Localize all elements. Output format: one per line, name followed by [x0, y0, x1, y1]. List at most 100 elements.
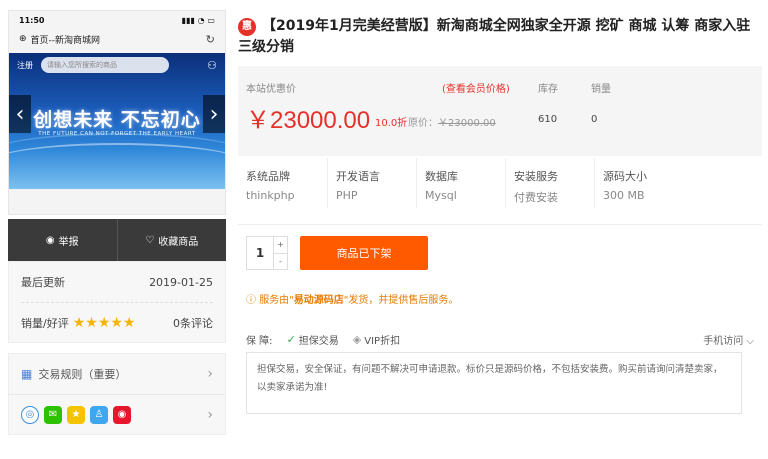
escrow-label: 担保交易: [298, 336, 339, 347]
heart-icon: ♡: [145, 234, 155, 246]
original-price: 原价：￥23000.00: [408, 114, 496, 129]
qq-icon[interactable]: ♙: [90, 405, 108, 424]
guarantee-label: 保 障:: [246, 336, 273, 347]
original-price-label: 原价：: [408, 118, 438, 129]
banner-search: 请输入您所搜索的商品: [41, 57, 169, 73]
original-price-value: ￥23000.00: [438, 118, 496, 129]
rating-stars: ★★★★★: [72, 314, 136, 331]
discount-rate: 10.0折: [375, 118, 408, 129]
service-note: ⓘ 服务由"易动源码店"发货，并提供售后服务。: [246, 291, 458, 306]
product-page: 11:50 ▮▮▮ ◔ ▭ ⊕ 首页--新淘商城网 ↻ 注册 请输入您所搜索的商…: [0, 0, 768, 459]
spec-value: Mysql: [425, 189, 457, 202]
spec-key: 安装服务: [514, 170, 558, 183]
spec-value: 付费安装: [514, 191, 558, 204]
guarantee-row: 保 障: ✓ 担保交易 ◈ VIP折扣 手机访问 ⌵: [246, 332, 754, 347]
spec-item: 系统品牌 thinkphp: [238, 158, 327, 208]
calendar-icon: ▦: [21, 367, 33, 381]
report-button[interactable]: ◉ 举报: [8, 219, 117, 261]
discount-badge: 惠: [238, 17, 256, 36]
product-title: 【2019年1月完美经营版】新淘商城全网独家全开源 挖矿 商城 认筹 商家入驻 …: [238, 18, 751, 55]
weibo-circle-icon[interactable]: ◎: [21, 405, 39, 424]
phone-url-bar: ⊕ 首页--新淘商城网 ↻: [9, 29, 225, 49]
reload-icon: ↻: [205, 32, 215, 46]
eye-icon: ◉: [45, 234, 55, 246]
current-price: ￥23000.00: [246, 107, 371, 134]
service-suffix: "发货，并提供售后服务。: [343, 295, 459, 306]
decrement-button[interactable]: -: [274, 252, 287, 270]
store-link[interactable]: 易动源码店: [294, 295, 344, 306]
wechat-icon[interactable]: ✉: [44, 405, 62, 424]
quantity-stepper[interactable]: 1 + -: [246, 236, 288, 270]
left-column: 11:50 ▮▮▮ ◔ ▭ ⊕ 首页--新淘商城网 ↻ 注册 请输入您所搜索的商…: [8, 10, 226, 435]
signal-icons: ▮▮▮ ◔ ▭: [181, 15, 215, 25]
trade-rules-link[interactable]: ▦ 交易规则（重要） ›: [9, 354, 225, 394]
chevron-left-icon[interactable]: ‹: [9, 95, 31, 133]
quantity-value[interactable]: 1: [247, 237, 273, 269]
user-icon: ⚇: [207, 58, 217, 72]
stock-value: 610: [538, 114, 558, 125]
banner-register: 注册: [17, 60, 33, 70]
spec-value: thinkphp: [246, 189, 295, 202]
sales-rating-label: 销量/好评: [21, 316, 69, 330]
vip-price-link[interactable]: (查看会员价格): [442, 80, 510, 95]
trade-rules-label: 交易规则（重要）: [38, 368, 127, 381]
sales-label: 销量: [591, 84, 611, 95]
sales-value: 0: [591, 114, 598, 125]
globe-icon: ⊕: [19, 34, 27, 44]
spec-item: 数据库 Mysql: [416, 158, 505, 208]
qzone-icon[interactable]: ★: [67, 405, 85, 424]
banner-topbar: 注册 请输入您所搜索的商品 ⚇: [9, 57, 225, 73]
chevron-right-icon: ›: [207, 366, 213, 382]
service-prefix: 服务由": [259, 295, 294, 306]
info-icon: ⓘ: [246, 295, 256, 306]
product-meta: 最后更新 2019-01-25 销量/好评 ★★★★★ 0条评论: [8, 261, 226, 343]
shield-icon: ◈: [352, 333, 362, 346]
escrow-tag: ✓ 担保交易: [287, 332, 339, 347]
chevron-right-icon: ›: [207, 406, 213, 423]
vip-label: VIP折扣: [364, 336, 401, 347]
stock-label: 库存: [538, 84, 558, 95]
divider: [238, 224, 762, 225]
spec-key: 源码大小: [603, 170, 647, 183]
spec-item: 安装服务 付费安装: [505, 158, 594, 208]
increment-button[interactable]: +: [274, 237, 287, 253]
banner-image: 注册 请输入您所搜索的商品 ⚇ 创想未来 不忘初心 THE FUTURE CAN…: [9, 53, 225, 189]
banner-subline: THE FUTURE CAN NOT FORGET THE EARLY HEAR…: [38, 131, 196, 137]
weibo-icon[interactable]: ◉: [113, 405, 131, 424]
spec-item: 源码大小 300 MB: [594, 158, 683, 208]
phone-page-title: 首页--新淘商城网: [30, 35, 101, 46]
product-details: 惠【2019年1月完美经营版】新淘商城全网独家全开源 挖矿 商城 认筹 商家入驻…: [238, 16, 762, 414]
guarantee-note: 担保交易，安全保证，有问题不解决可申请退款。标价只是源码价格，不包括安装费。购买…: [246, 352, 742, 414]
buy-button[interactable]: 商品已下架: [300, 236, 428, 270]
chevron-right-icon[interactable]: ›: [203, 95, 225, 133]
review-count: 0条评论: [173, 316, 213, 330]
spec-value: 300 MB: [603, 189, 645, 202]
rating-row: 销量/好评 ★★★★★ 0条评论: [21, 302, 213, 342]
favorite-button[interactable]: ♡ 收藏商品: [116, 219, 227, 261]
stepper-controls: + -: [273, 237, 287, 269]
price-label: 本站优惠价: [246, 84, 296, 95]
mobile-preview: 11:50 ▮▮▮ ◔ ▭ ⊕ 首页--新淘商城网 ↻ 注册 请输入您所搜索的商…: [8, 10, 226, 215]
banner-headline: 创想未来 不忘初心: [33, 109, 201, 131]
spec-item: 开发语言 PHP: [327, 158, 416, 208]
last-update-value: 2019-01-25: [149, 275, 213, 289]
chevron-down-icon: ⌵: [746, 336, 754, 347]
spec-key: 系统品牌: [246, 170, 290, 183]
check-circle-icon: ✓: [286, 333, 296, 346]
banner-wave: [9, 133, 225, 173]
report-label: 举报: [58, 236, 79, 248]
spec-key: 开发语言: [336, 170, 380, 183]
last-update-row: 最后更新 2019-01-25: [21, 262, 213, 302]
phone-status-bar: 11:50 ▮▮▮ ◔ ▭: [9, 11, 225, 29]
spec-key: 数据库: [425, 170, 458, 183]
spec-value: PHP: [336, 189, 358, 202]
price-box: 本站优惠价 (查看会员价格) 库存 销量 ￥23000.00 10.0折 原价：…: [238, 66, 762, 156]
share-row: ◎ ✉ ★ ♙ ◉ ›: [9, 394, 225, 434]
phone-time: 11:50: [19, 15, 45, 25]
mobile-access-link[interactable]: 手机访问 ⌵: [703, 332, 754, 347]
spec-list: 系统品牌 thinkphp 开发语言 PHP 数据库 Mysql 安装服务 付费…: [238, 158, 762, 208]
action-bar: ◉ 举报 ♡ 收藏商品: [8, 219, 226, 261]
last-update-label: 最后更新: [21, 276, 65, 289]
rules-panel: ▦ 交易规则（重要） › ◎ ✉ ★ ♙ ◉ ›: [8, 353, 226, 435]
vip-tag: ◈ VIP折扣: [353, 332, 400, 347]
